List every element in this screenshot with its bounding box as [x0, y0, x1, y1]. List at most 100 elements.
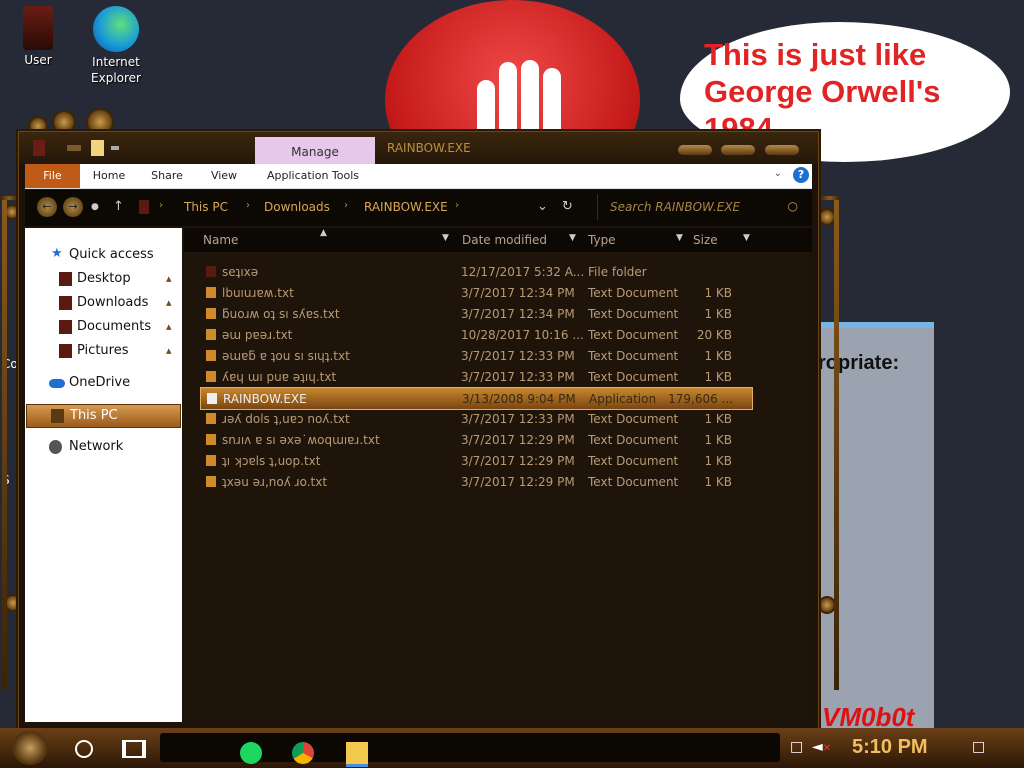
chevron-down-icon[interactable]: ▼ [743, 233, 750, 243]
tab-manage[interactable]: Manage [255, 137, 375, 164]
sidebar-item-label: OneDrive [69, 375, 131, 390]
text-file-icon [206, 476, 216, 487]
tab-file[interactable]: File [25, 164, 80, 188]
text-file-icon [206, 413, 216, 424]
application-icon [207, 393, 217, 404]
sidebar-item-label: Desktop [77, 271, 131, 286]
table-row[interactable]: ƃuoɹʍ oʇ sı sʎɐs.txt 3/7/2017 12:34 PM T… [200, 303, 751, 324]
navigation-pane: ★ Quick access Desktop ▴ Downloads ▴ Doc… [25, 228, 182, 722]
column-header-name[interactable]: Name [203, 233, 238, 247]
column-header-date-modified[interactable]: Date modified [462, 233, 547, 247]
user-icon [23, 6, 53, 50]
sidebar-item-quick-access[interactable]: ★ Quick access [25, 244, 182, 266]
text-file-icon [206, 329, 216, 340]
text-file-icon [206, 371, 216, 382]
expand-ribbon-chevron-icon[interactable]: ⌄ [774, 168, 782, 179]
breadcrumb-separator[interactable]: › [344, 200, 348, 211]
table-row-selected[interactable]: RAINBOW.EXE 3/13/2008 9:04 PM Applicatio… [200, 387, 753, 410]
file-name: ʇı ʞɔɐls ʇ,uop.txt [222, 454, 321, 468]
search-placeholder: Search RAINBOW.EXE [610, 200, 741, 214]
notifications-icon[interactable]: □ [972, 739, 985, 755]
table-row[interactable]: seʇıxǝ 12/17/2017 5:32 A... File folder [200, 261, 751, 282]
file-type: Text Document [588, 349, 679, 363]
table-row[interactable]: snɹıʌ ɐ sı ǝxǝ˙ʍoqɯıɐɹ.txt 3/7/2017 12:2… [200, 429, 751, 450]
chevron-down-icon[interactable]: ▼ [442, 233, 449, 243]
file-name: ǝɯ pɐǝɹ.txt [222, 328, 293, 342]
file-name: RAINBOW.EXE [223, 392, 307, 406]
table-row[interactable]: ǝɯɐƃ ɐ ʇou sı sıɥʇ.txt 3/7/2017 12:33 PM… [200, 345, 751, 366]
close-button[interactable] [765, 145, 799, 155]
sidebar-item-downloads[interactable]: Downloads ▴ [25, 292, 182, 314]
pin-icon[interactable]: ▴ [166, 272, 180, 285]
tab-application-tools[interactable]: Application Tools [263, 164, 363, 188]
sidebar-item-network[interactable]: Network [25, 436, 182, 458]
sidebar-item-label: This PC [70, 408, 118, 423]
table-row[interactable]: ʇxǝu ǝɹ,noʎ ɹo.txt 3/7/2017 12:29 PM Tex… [200, 471, 751, 492]
search-icon: ○ [787, 199, 798, 213]
column-header-size[interactable]: Size [693, 233, 718, 247]
new-folder-icon[interactable] [91, 140, 104, 156]
brass-frame [2, 200, 7, 690]
breadcrumb-rainbow-exe[interactable]: RAINBOW.EXE [364, 200, 448, 214]
properties-icon[interactable] [67, 145, 81, 151]
file-size: 1 KB [704, 454, 732, 468]
pin-icon[interactable]: ▴ [166, 296, 180, 309]
tab-share[interactable]: Share [146, 164, 188, 188]
desktop-icon-label: User [24, 53, 52, 67]
file-size: 1 KB [704, 349, 732, 363]
network-tray-icon[interactable]: □ [790, 739, 803, 755]
sidebar-item-label: Downloads [77, 295, 149, 310]
address-bar: ← → ● ↑ › This PC › Downloads › RAINBOW.… [25, 190, 812, 226]
text-file-icon [206, 308, 216, 319]
table-row[interactable]: lbuıuɹɐʍ.txt 3/7/2017 12:34 PM Text Docu… [200, 282, 751, 303]
file-date: 10/28/2017 10:16 ... [461, 328, 584, 342]
sidebar-item-documents[interactable]: Documents ▴ [25, 316, 182, 338]
column-header-type[interactable]: Type [588, 233, 616, 247]
sidebar-item-desktop[interactable]: Desktop ▴ [25, 268, 182, 290]
file-type: Application [589, 392, 657, 406]
breadcrumb-downloads[interactable]: Downloads [264, 200, 330, 214]
search-box[interactable]: Search RAINBOW.EXE ○ [597, 194, 806, 220]
address-history-chevron-icon[interactable]: ⌄ [537, 199, 548, 214]
forward-button[interactable]: → [63, 197, 83, 217]
tab-view[interactable]: View [206, 164, 242, 188]
chevron-down-icon[interactable]: ▼ [676, 233, 683, 243]
refresh-icon[interactable]: ↻ [562, 199, 573, 214]
tab-home[interactable]: Home [89, 164, 129, 188]
chrome-icon[interactable] [292, 742, 314, 764]
minimize-button[interactable] [678, 145, 712, 155]
downloads-folder-icon [59, 296, 72, 310]
help-icon[interactable]: ? [793, 167, 809, 183]
volume-muted-icon[interactable]: ◄✕ [812, 739, 831, 755]
sidebar-item-this-pc[interactable]: This PC [26, 404, 181, 428]
sidebar-item-pictures[interactable]: Pictures ▴ [25, 340, 182, 362]
breadcrumb-this-pc[interactable]: This PC [184, 200, 228, 214]
background-window-text: ropriate: [818, 352, 900, 374]
chevron-down-icon[interactable]: ▼ [569, 233, 576, 243]
chevron-down-icon[interactable] [111, 146, 119, 150]
pin-icon[interactable]: ▴ [166, 320, 180, 333]
table-row[interactable]: ʎɐɥ ɯı puɐ ǝʇıɥ.txt 3/7/2017 12:33 PM Te… [200, 366, 751, 387]
search-circle-icon[interactable] [75, 740, 93, 758]
pin-icon[interactable]: ▴ [166, 344, 180, 357]
spotify-icon[interactable] [240, 742, 262, 764]
maximize-button[interactable] [721, 145, 755, 155]
table-row[interactable]: ǝɯ pɐǝɹ.txt 10/28/2017 10:16 ... Text Do… [200, 324, 751, 345]
desktop-icon-user[interactable]: User [8, 6, 68, 68]
clock[interactable]: 5:10 PM [852, 736, 928, 759]
table-row[interactable]: ɹǝʎ dols ʇ,uɐɔ noʎ.txt 3/7/2017 12:33 PM… [200, 408, 751, 429]
recent-locations-chevron-icon[interactable]: ● [91, 202, 99, 212]
back-button[interactable]: ← [37, 197, 57, 217]
task-view-icon[interactable] [122, 740, 146, 758]
breadcrumb-separator[interactable]: › [246, 200, 250, 211]
title-bar[interactable]: Manage RAINBOW.EXE [19, 132, 818, 164]
file-explorer-icon[interactable] [346, 742, 368, 767]
desktop-icon-internet-explorer[interactable]: Internet Explorer [86, 6, 146, 86]
table-row[interactable]: ʇı ʞɔɐls ʇ,uop.txt 3/7/2017 12:29 PM Tex… [200, 450, 751, 471]
up-arrow-icon[interactable]: ↑ [113, 199, 124, 214]
sidebar-item-label: Network [69, 439, 124, 454]
start-button[interactable] [12, 731, 48, 765]
file-date: 3/7/2017 12:29 PM [461, 433, 575, 447]
sidebar-item-onedrive[interactable]: OneDrive [25, 372, 182, 394]
breadcrumb-separator[interactable]: › [455, 200, 459, 211]
